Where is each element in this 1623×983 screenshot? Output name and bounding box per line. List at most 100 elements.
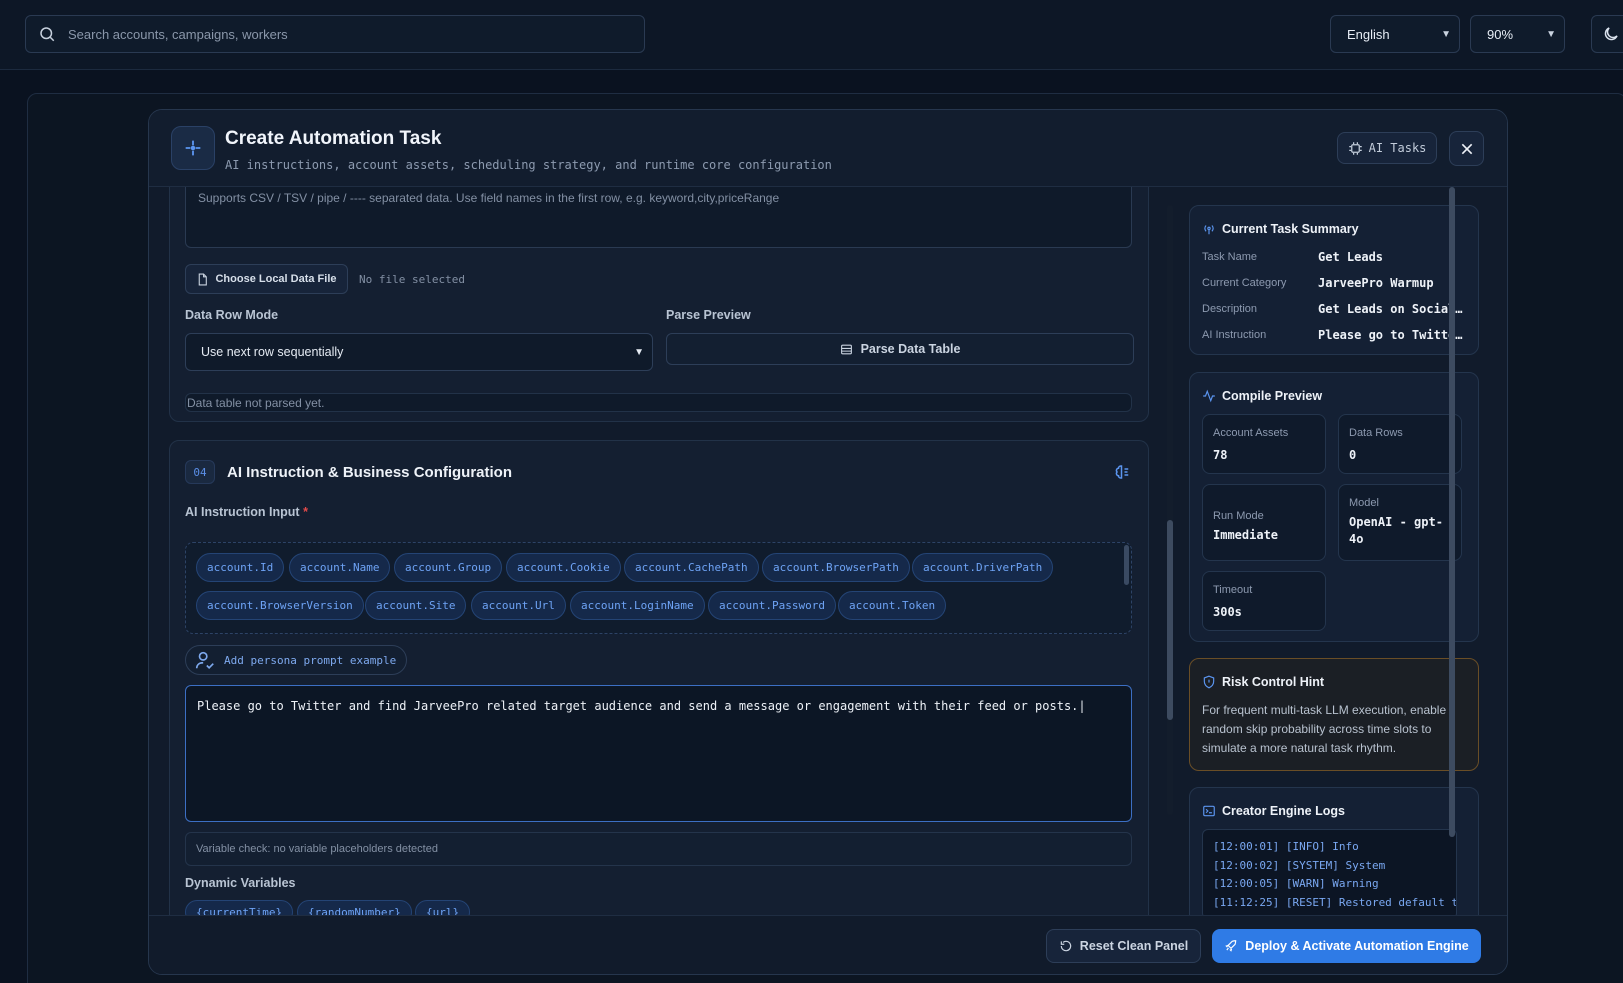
chip-list-scrollbar[interactable] bbox=[1124, 545, 1129, 585]
instruction-textarea[interactable]: Please go to Twitter and find JarveePro … bbox=[185, 685, 1132, 822]
search-placeholder: Search accounts, campaigns, workers bbox=[68, 26, 288, 42]
variable-chip[interactable]: account.Site bbox=[365, 591, 467, 620]
section-title: AI Instruction & Business Configuration bbox=[227, 464, 513, 481]
form-scrollbar[interactable] bbox=[1167, 205, 1173, 815]
engine-logs-card: Creator Engine Logs [12:00:01] [INFO] In… bbox=[1189, 787, 1479, 915]
variable-chip[interactable]: account.Password bbox=[708, 591, 836, 620]
stat-label: Run Mode bbox=[1213, 510, 1264, 522]
chip-icon bbox=[1348, 141, 1362, 155]
summary-value: Get Leads bbox=[1318, 250, 1384, 264]
reset-button[interactable]: Reset Clean Panel bbox=[1046, 929, 1201, 963]
risk-hint-title-text: Risk Control Hint bbox=[1222, 675, 1325, 689]
form-scrollbar-thumb[interactable] bbox=[1167, 520, 1173, 720]
log-line: [12:00:01] [INFO] Info bbox=[1213, 840, 1359, 853]
rocket-icon bbox=[1225, 940, 1237, 952]
stat-label: Timeout bbox=[1213, 584, 1253, 596]
reset-label: Reset Clean Panel bbox=[1079, 939, 1189, 953]
variable-chip[interactable]: account.DriverPath bbox=[912, 553, 1054, 582]
ai-instruction-label: AI Instruction Input * bbox=[185, 505, 308, 519]
variable-chip[interactable]: account.Name bbox=[289, 553, 391, 582]
search-input[interactable]: Search accounts, campaigns, workers bbox=[25, 15, 645, 53]
ai-instruction-label-text: AI Instruction Input bbox=[185, 505, 300, 519]
summary-key: Description bbox=[1202, 303, 1258, 315]
create-task-modal: Create Automation Task AI instructions, … bbox=[148, 109, 1508, 975]
deploy-button[interactable]: Deploy & Activate Automation Engine bbox=[1212, 929, 1481, 963]
zoom-value: 90% bbox=[1487, 26, 1514, 42]
dynamic-variable-chip[interactable]: {randomNumber} bbox=[297, 900, 412, 915]
stat-run-mode: Run Mode Immediate bbox=[1202, 484, 1326, 561]
summary-value: Get Leads on Social… bbox=[1318, 302, 1463, 316]
risk-hint-title: Risk Control Hint bbox=[1202, 675, 1324, 689]
stat-account-assets: Account Assets 78 bbox=[1202, 414, 1326, 474]
variable-chip[interactable]: account.Group bbox=[394, 553, 503, 582]
summary-key: AI Instruction bbox=[1202, 329, 1267, 341]
modal-subtitle: AI instructions, account assets, schedul… bbox=[225, 158, 832, 172]
deploy-label: Deploy & Activate Automation Engine bbox=[1245, 939, 1469, 953]
variable-chip[interactable]: account.Token bbox=[838, 591, 947, 620]
zoom-select[interactable]: 90% ▼ bbox=[1470, 15, 1565, 53]
log-line: [12:00:05] [WARN] Warning bbox=[1213, 877, 1379, 890]
form-area: Supports CSV / TSV / pipe / ---- separat… bbox=[149, 187, 1149, 915]
parse-status: Data table not parsed yet. bbox=[185, 393, 1132, 412]
broadcast-icon bbox=[1204, 225, 1214, 235]
theme-toggle-button[interactable] bbox=[1591, 15, 1623, 53]
add-persona-button[interactable]: Add persona prompt example bbox=[185, 645, 407, 675]
stat-label: Data Rows bbox=[1349, 427, 1403, 439]
chevron-down-icon: ▼ bbox=[1441, 28, 1451, 40]
close-icon bbox=[1461, 143, 1472, 154]
terminal-icon bbox=[1203, 805, 1215, 817]
risk-hint-text: For frequent multi-task LLM execution, e… bbox=[1202, 703, 1447, 755]
ai-tasks-button[interactable]: AI Tasks bbox=[1337, 132, 1437, 164]
summary-key: Task Name bbox=[1202, 251, 1258, 263]
variable-check-status: Variable check: no variable placeholders… bbox=[185, 832, 1132, 866]
stat-value: 78 bbox=[1213, 448, 1228, 462]
summary-sidebar: Current Task Summary Task Name Get Leads… bbox=[1179, 187, 1507, 915]
data-textarea[interactable]: Supports CSV / TSV / pipe / ---- separat… bbox=[185, 187, 1132, 248]
variable-chip[interactable]: account.BrowserPath bbox=[762, 553, 910, 582]
modal-header: Create Automation Task AI instructions, … bbox=[149, 110, 1507, 187]
task-summary-card: Current Task Summary Task Name Get Leads… bbox=[1189, 205, 1479, 355]
sidebar-scrollbar-thumb[interactable] bbox=[1449, 187, 1455, 837]
ai-tasks-label: AI Tasks bbox=[1368, 141, 1427, 155]
file-status: No file selected bbox=[359, 273, 465, 286]
log-line: [11:12:25] [RESET] Restored default ta bbox=[1213, 895, 1457, 909]
parse-data-table-button[interactable]: Parse Data Table bbox=[666, 333, 1134, 365]
file-icon bbox=[199, 273, 208, 285]
search-icon bbox=[40, 27, 55, 42]
variable-chip[interactable]: account.Cookie bbox=[506, 553, 621, 582]
row-mode-select[interactable]: Use next row sequentially ▼ bbox=[185, 333, 653, 371]
variable-chip[interactable]: account.BrowserVersion bbox=[196, 591, 364, 620]
variable-chip[interactable]: account.Url bbox=[471, 591, 566, 620]
parse-data-table-label: Parse Data Table bbox=[860, 342, 961, 356]
row-mode-value: Use next row sequentially bbox=[201, 345, 344, 359]
choose-file-label: Choose Local Data File bbox=[215, 273, 337, 285]
required-mark: * bbox=[303, 505, 308, 519]
stat-model: Model OpenAI - gpt-4o bbox=[1338, 484, 1462, 561]
sparkle-icon bbox=[171, 126, 215, 170]
choose-file-button[interactable]: Choose Local Data File bbox=[185, 264, 348, 294]
dynamic-variable-chip[interactable]: {currentTime} bbox=[185, 900, 294, 915]
sidebar-scrollbar[interactable] bbox=[1449, 187, 1455, 837]
close-button[interactable] bbox=[1449, 131, 1484, 166]
moon-icon bbox=[1604, 27, 1618, 41]
stat-value: OpenAI - gpt-4o bbox=[1349, 515, 1443, 546]
variable-chip-list: account.Id account.Name account.Group ac… bbox=[185, 542, 1132, 634]
compile-preview-title: Compile Preview bbox=[1202, 389, 1322, 403]
risk-hint-card: Risk Control Hint For frequent multi-tas… bbox=[1189, 658, 1479, 771]
shield-icon bbox=[1203, 675, 1215, 689]
brain-icon bbox=[1114, 463, 1132, 486]
row-mode-label: Data Row Mode bbox=[185, 308, 279, 322]
variable-chip[interactable]: account.Id bbox=[196, 553, 285, 582]
chevron-down-icon: ▼ bbox=[634, 346, 644, 358]
variable-chip[interactable]: account.CachePath bbox=[624, 553, 759, 582]
engine-logs-title: Creator Engine Logs bbox=[1202, 804, 1345, 818]
stat-timeout: Timeout 300s bbox=[1202, 571, 1326, 631]
dynamic-variable-chip[interactable]: {url} bbox=[415, 900, 471, 915]
user-check-icon bbox=[195, 651, 214, 669]
summary-value: JarveePro Warmup bbox=[1318, 276, 1434, 290]
activity-icon bbox=[1203, 389, 1215, 403]
language-select[interactable]: English ▼ bbox=[1330, 15, 1460, 53]
variable-chip[interactable]: account.LoginName bbox=[570, 591, 705, 620]
table-icon bbox=[840, 344, 852, 354]
engine-logs-title-text: Creator Engine Logs bbox=[1222, 804, 1345, 818]
